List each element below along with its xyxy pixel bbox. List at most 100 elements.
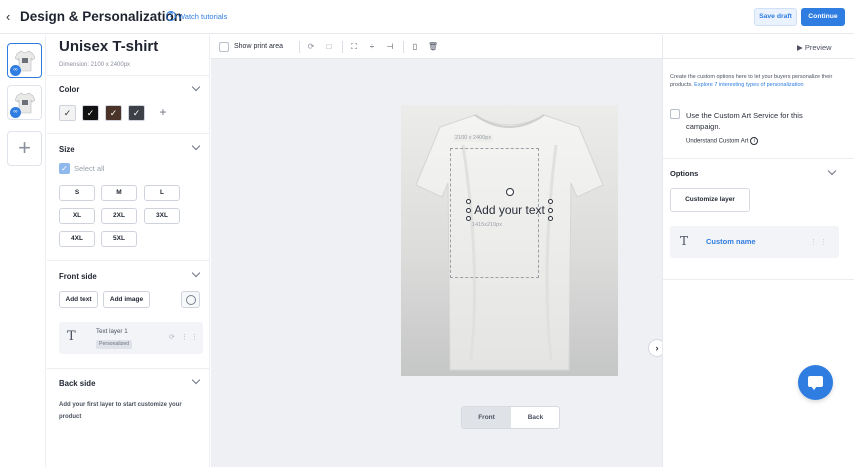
chat-support-button[interactable]: [798, 365, 833, 400]
size-section-title: Size: [59, 145, 75, 154]
divider: [47, 133, 209, 134]
crop-icon[interactable]: □: [323, 41, 335, 53]
fit-screen-icon[interactable]: ⛶: [348, 41, 360, 53]
text-layer-dimension: 1415x210px: [472, 222, 502, 228]
size-button-m[interactable]: M: [101, 185, 137, 201]
chevron-down-icon[interactable]: [191, 375, 201, 385]
size-button-l[interactable]: L: [144, 185, 180, 201]
more-icon[interactable]: ⋮: [191, 333, 198, 341]
page-title: Design & Personalization: [20, 9, 183, 24]
resize-handle-top-left[interactable]: [466, 199, 471, 204]
toolbar-separator: [299, 41, 300, 53]
text-type-icon: T: [680, 234, 689, 248]
divider: [663, 158, 854, 159]
back-side-empty-text: Add your first layer to start customize …: [59, 402, 182, 420]
drag-handle-icon[interactable]: ⋮: [810, 238, 817, 246]
size-button-5xl[interactable]: 5XL: [101, 231, 137, 247]
tshirt-mockup: 2100 x 2400px Add your text 1415x210px: [401, 105, 618, 376]
options-panel: ▶ Preview Create the custom options here…: [662, 35, 854, 467]
duplicate-icon[interactable]: ▯: [409, 41, 421, 53]
layers-icon: [186, 295, 196, 305]
color-swatch[interactable]: ✓: [128, 105, 145, 121]
toolbar-separator: [342, 41, 343, 53]
color-swatch[interactable]: ✓: [105, 105, 122, 121]
color-section-title: Color: [59, 85, 80, 94]
resize-handle-bottom-right[interactable]: [548, 216, 553, 221]
resize-handle-middle-right[interactable]: [548, 208, 553, 213]
canvas-toolbar: Show print area ⟳ □ ⛶ ÷ ⊣ ▯ 🗑: [211, 35, 662, 59]
add-color-button[interactable]: +: [155, 105, 171, 121]
align-vertical-center-icon[interactable]: ÷: [366, 41, 378, 53]
watch-tutorials-link[interactable]: Watch tutorials: [178, 12, 227, 21]
link-icon: ∞: [10, 65, 21, 76]
chevron-down-icon[interactable]: [827, 166, 837, 176]
chevron-left-icon[interactable]: ‹: [6, 10, 10, 24]
chevron-down-icon[interactable]: [191, 82, 201, 92]
canvas-text-layer[interactable]: Add your text: [466, 199, 553, 221]
custom-art-label: Use the Custom Art Service for this camp…: [686, 111, 803, 131]
sync-icon[interactable]: ⟳: [169, 333, 175, 341]
product-title: Unisex T-shirt: [59, 38, 159, 55]
product-thumbnail-rail: ∞ ∞ +: [0, 35, 46, 467]
print-area-dimension: 2100 x 2400px: [453, 134, 494, 142]
add-image-button[interactable]: Add image: [103, 291, 150, 308]
product-thumbnail-second[interactable]: ∞: [7, 85, 42, 120]
question-circle-icon[interactable]: ?: [166, 11, 176, 21]
chat-bubble-icon: [808, 376, 823, 390]
options-intro: Create the custom options here to let yo…: [670, 73, 848, 89]
size-button-3xl[interactable]: 3XL: [144, 208, 180, 224]
color-swatch[interactable]: ✓: [59, 105, 76, 121]
more-icon[interactable]: ⋮: [820, 238, 827, 246]
show-print-area-label: Show print area: [234, 43, 284, 50]
rotate-icon[interactable]: ⟳: [305, 41, 317, 53]
explore-personalization-link[interactable]: Explore 7 interesting types of personali…: [694, 82, 803, 88]
custom-option-item[interactable]: T Custom name ⋮ ⋮: [670, 226, 839, 258]
add-product-button[interactable]: +: [7, 131, 42, 166]
text-layer-item[interactable]: T Text layer 1 Personalized ⟳ ⋮ ⋮: [59, 322, 203, 354]
personalized-badge: Personalized: [96, 340, 132, 349]
trash-icon[interactable]: 🗑: [427, 41, 439, 53]
side-toggle: Front Back: [461, 406, 560, 429]
show-print-area-checkbox[interactable]: [219, 42, 229, 52]
select-all-label: Select all: [74, 164, 105, 173]
chevron-down-icon[interactable]: [191, 141, 201, 151]
understand-custom-art-link[interactable]: Understand Custom Art i: [686, 137, 759, 145]
front-side-tab[interactable]: Front: [462, 407, 511, 428]
divider: [47, 260, 209, 261]
canvas-text-placeholder: Add your text: [474, 203, 545, 217]
size-button-s[interactable]: S: [59, 185, 95, 201]
save-draft-button[interactable]: Save draft: [754, 8, 797, 26]
chevron-down-icon[interactable]: [191, 268, 201, 278]
size-button-2xl[interactable]: 2XL: [101, 208, 137, 224]
color-swatch[interactable]: ✓: [82, 105, 99, 121]
divider: [47, 368, 209, 369]
add-text-button[interactable]: Add text: [59, 291, 98, 308]
resize-handle-top-right[interactable]: [548, 199, 553, 204]
top-bar: ‹ Design & Personalization ? Watch tutor…: [0, 0, 854, 34]
continue-button[interactable]: Continue: [801, 8, 845, 26]
custom-option-name: Custom name: [706, 237, 756, 246]
back-side-title: Back side: [59, 379, 96, 388]
layers-button[interactable]: [181, 291, 200, 308]
options-title: Options: [670, 169, 699, 178]
custom-art-checkbox[interactable]: [670, 109, 680, 119]
resize-handle-bottom-left[interactable]: [466, 216, 471, 221]
rotate-handle[interactable]: [506, 188, 514, 196]
back-side-tab[interactable]: Back: [511, 407, 559, 428]
drag-handle-icon[interactable]: ⋮: [181, 333, 188, 341]
product-thumbnail-front[interactable]: ∞: [7, 43, 42, 78]
preview-button[interactable]: ▶ Preview: [797, 43, 832, 52]
layer-name: Text layer 1: [96, 328, 128, 335]
preview-bar: ▶ Preview: [663, 35, 854, 59]
divider: [663, 279, 854, 280]
understand-custom-art-text: Understand Custom Art: [686, 138, 749, 145]
customize-layer-button[interactable]: Customize layer: [670, 188, 750, 212]
size-button-xl[interactable]: XL: [59, 208, 95, 224]
resize-handle-middle-left[interactable]: [466, 208, 471, 213]
link-icon: ∞: [10, 107, 21, 118]
select-all-checkbox[interactable]: ✓: [59, 163, 70, 174]
front-side-title: Front side: [59, 272, 97, 281]
align-horizontal-center-icon[interactable]: ⊣: [384, 41, 396, 53]
size-button-4xl[interactable]: 4XL: [59, 231, 95, 247]
design-settings-panel: Unisex T-shirt Dimension: 2100 x 2400px …: [47, 35, 210, 467]
